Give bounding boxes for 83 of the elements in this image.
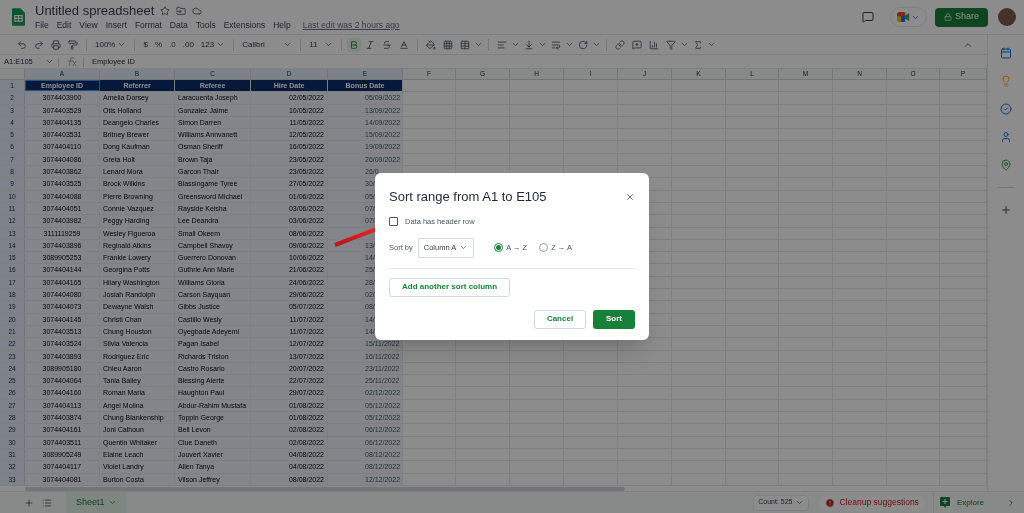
caret-icon [474, 40, 484, 49]
bold-button[interactable] [347, 37, 362, 52]
caret-icon [511, 40, 521, 49]
sheets-logo-icon[interactable] [12, 8, 25, 26]
caret-icon [216, 40, 226, 49]
redo-icon[interactable] [34, 39, 44, 50]
percent-button[interactable]: % [151, 36, 166, 53]
text-color-icon[interactable] [399, 39, 410, 50]
contacts-icon[interactable] [1000, 131, 1012, 143]
menu-item[interactable]: View [79, 19, 98, 31]
menu-item[interactable]: Insert [105, 19, 127, 31]
italic-icon[interactable] [365, 39, 376, 50]
explore-button[interactable]: Explore [939, 496, 984, 509]
menu-item[interactable]: Data [169, 19, 188, 31]
add-sort-column-button[interactable]: Add another sort column [389, 277, 511, 297]
paint-format-icon[interactable] [68, 39, 78, 50]
caret-icon [565, 40, 575, 49]
cloud-icon[interactable] [192, 6, 203, 16]
close-icon[interactable] [625, 191, 635, 202]
caret-icon [107, 498, 117, 507]
map-pin-icon[interactable] [1000, 159, 1012, 171]
menu-item[interactable]: Tools [195, 19, 216, 31]
more-formats-dropdown[interactable]: 123 [197, 36, 229, 53]
caret-icon [795, 498, 805, 507]
document-title[interactable]: Untitled spreadsheet [35, 3, 155, 19]
currency-button[interactable]: $ [140, 36, 151, 53]
sort-button[interactable]: Sort [593, 309, 635, 329]
sheet-tab[interactable]: Sheet1 [66, 492, 127, 513]
merge-cells-icon[interactable] [460, 39, 471, 50]
expand-panel-icon[interactable] [1006, 497, 1016, 508]
explore-icon [939, 497, 950, 508]
star-icon[interactable] [160, 6, 171, 16]
vertical-align-icon[interactable] [524, 39, 535, 50]
menu-item[interactable]: File [35, 19, 49, 31]
lightbulb-icon[interactable] [1000, 75, 1012, 87]
menu-item[interactable]: Edit [56, 19, 72, 31]
fill-color-icon[interactable] [426, 39, 437, 50]
calendar-icon[interactable] [1000, 47, 1012, 59]
menu-item[interactable]: Help [273, 19, 291, 31]
lock-icon [943, 13, 952, 21]
decrease-decimals-button[interactable]: .0 [166, 36, 179, 53]
increase-decimals-button[interactable]: .00 [179, 36, 197, 53]
comment-icon[interactable] [861, 11, 874, 23]
caret-icon [324, 40, 334, 49]
caret-icon [592, 40, 602, 49]
strikethrough-icon[interactable] [382, 39, 393, 50]
share-button[interactable]: Share [934, 7, 988, 27]
caret-icon [707, 40, 717, 49]
caret-icon [538, 40, 548, 49]
caret-icon [45, 57, 54, 66]
cleanup-suggestions-button[interactable]: Cleanup suggestions [819, 494, 925, 511]
bold-icon [349, 39, 360, 50]
video-camera-icon [896, 12, 910, 22]
avatar[interactable] [998, 8, 1016, 26]
caret-icon [117, 40, 127, 49]
filter-icon[interactable] [666, 39, 677, 50]
menu-item[interactable]: Extensions [223, 19, 266, 31]
font-size-dropdown[interactable]: 11 [306, 38, 337, 51]
folder-icon[interactable] [176, 6, 187, 16]
add-sheet-icon[interactable] [24, 497, 34, 508]
function-icon [65, 56, 77, 67]
add-comment-icon[interactable] [632, 39, 643, 50]
wrap-text-icon[interactable] [551, 39, 562, 50]
caret-icon [680, 40, 690, 49]
caret-icon [283, 40, 293, 49]
borders-icon[interactable] [443, 39, 454, 50]
chart-icon[interactable] [649, 39, 660, 50]
align-icon[interactable] [497, 39, 508, 50]
checkbox[interactable] [389, 216, 398, 226]
link-icon[interactable] [615, 39, 626, 50]
cancel-button[interactable]: Cancel [534, 309, 586, 329]
alert-icon [825, 497, 836, 508]
functions-icon[interactable] [693, 39, 704, 50]
tasks-icon[interactable] [1000, 103, 1012, 115]
zoom-dropdown[interactable]: 100% [92, 36, 130, 53]
text-rotation-icon[interactable] [578, 39, 589, 50]
print-icon[interactable] [51, 39, 61, 50]
all-sheets-icon[interactable] [42, 497, 52, 508]
font-dropdown[interactable]: Calibri [239, 38, 296, 51]
last-edit-link[interactable]: Last edit was 2 hours ago [302, 19, 400, 31]
undo-icon[interactable] [17, 39, 27, 50]
menu-item[interactable]: Format [134, 19, 162, 31]
add-icon[interactable] [1000, 204, 1012, 216]
